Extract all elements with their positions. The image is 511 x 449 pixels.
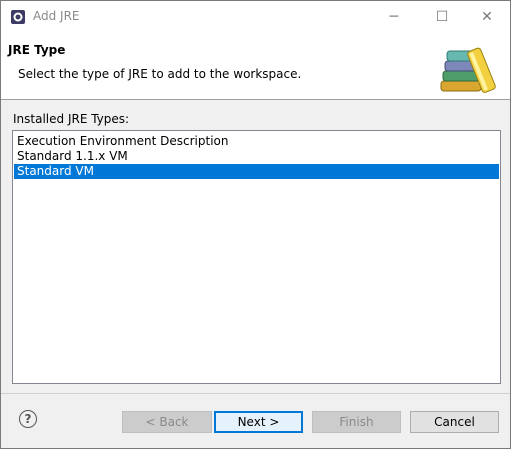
list-item-standard-vm[interactable]: Standard VM (14, 164, 499, 179)
wizard-header: JRE Type Select the type of JRE to add t… (1, 33, 510, 100)
help-icon[interactable]: ? (19, 410, 37, 428)
maximize-icon: ☐ (435, 9, 449, 25)
list-item-standard-1-1-x-vm[interactable]: Standard 1.1.x VM (14, 149, 499, 164)
installed-jre-types-label: Installed JRE Types: (13, 112, 130, 126)
button-bar-separator (1, 393, 510, 394)
add-jre-dialog: Add JRE ─ ☐ ✕ JRE Type Select the type o… (0, 0, 511, 449)
cancel-button[interactable]: Cancel (410, 411, 499, 433)
jre-type-list[interactable]: Execution Environment Description Standa… (12, 130, 501, 384)
minimize-icon: ─ (389, 9, 399, 25)
window-title: Add JRE (33, 9, 80, 23)
eclipse-app-icon (11, 10, 25, 24)
page-description: Select the type of JRE to add to the wor… (18, 67, 302, 81)
close-icon: ✕ (481, 9, 493, 25)
title-bar[interactable]: Add JRE ─ ☐ ✕ (1, 1, 510, 33)
minimize-button[interactable]: ─ (371, 1, 417, 33)
next-button[interactable]: Next > (214, 411, 303, 433)
close-button[interactable]: ✕ (464, 1, 510, 33)
books-icon (440, 47, 496, 93)
back-button[interactable]: < Back (122, 411, 212, 433)
finish-button[interactable]: Finish (312, 411, 401, 433)
list-item-execution-environment-description[interactable]: Execution Environment Description (14, 134, 499, 149)
maximize-button[interactable]: ☐ (419, 1, 465, 33)
page-title: JRE Type (8, 43, 66, 57)
